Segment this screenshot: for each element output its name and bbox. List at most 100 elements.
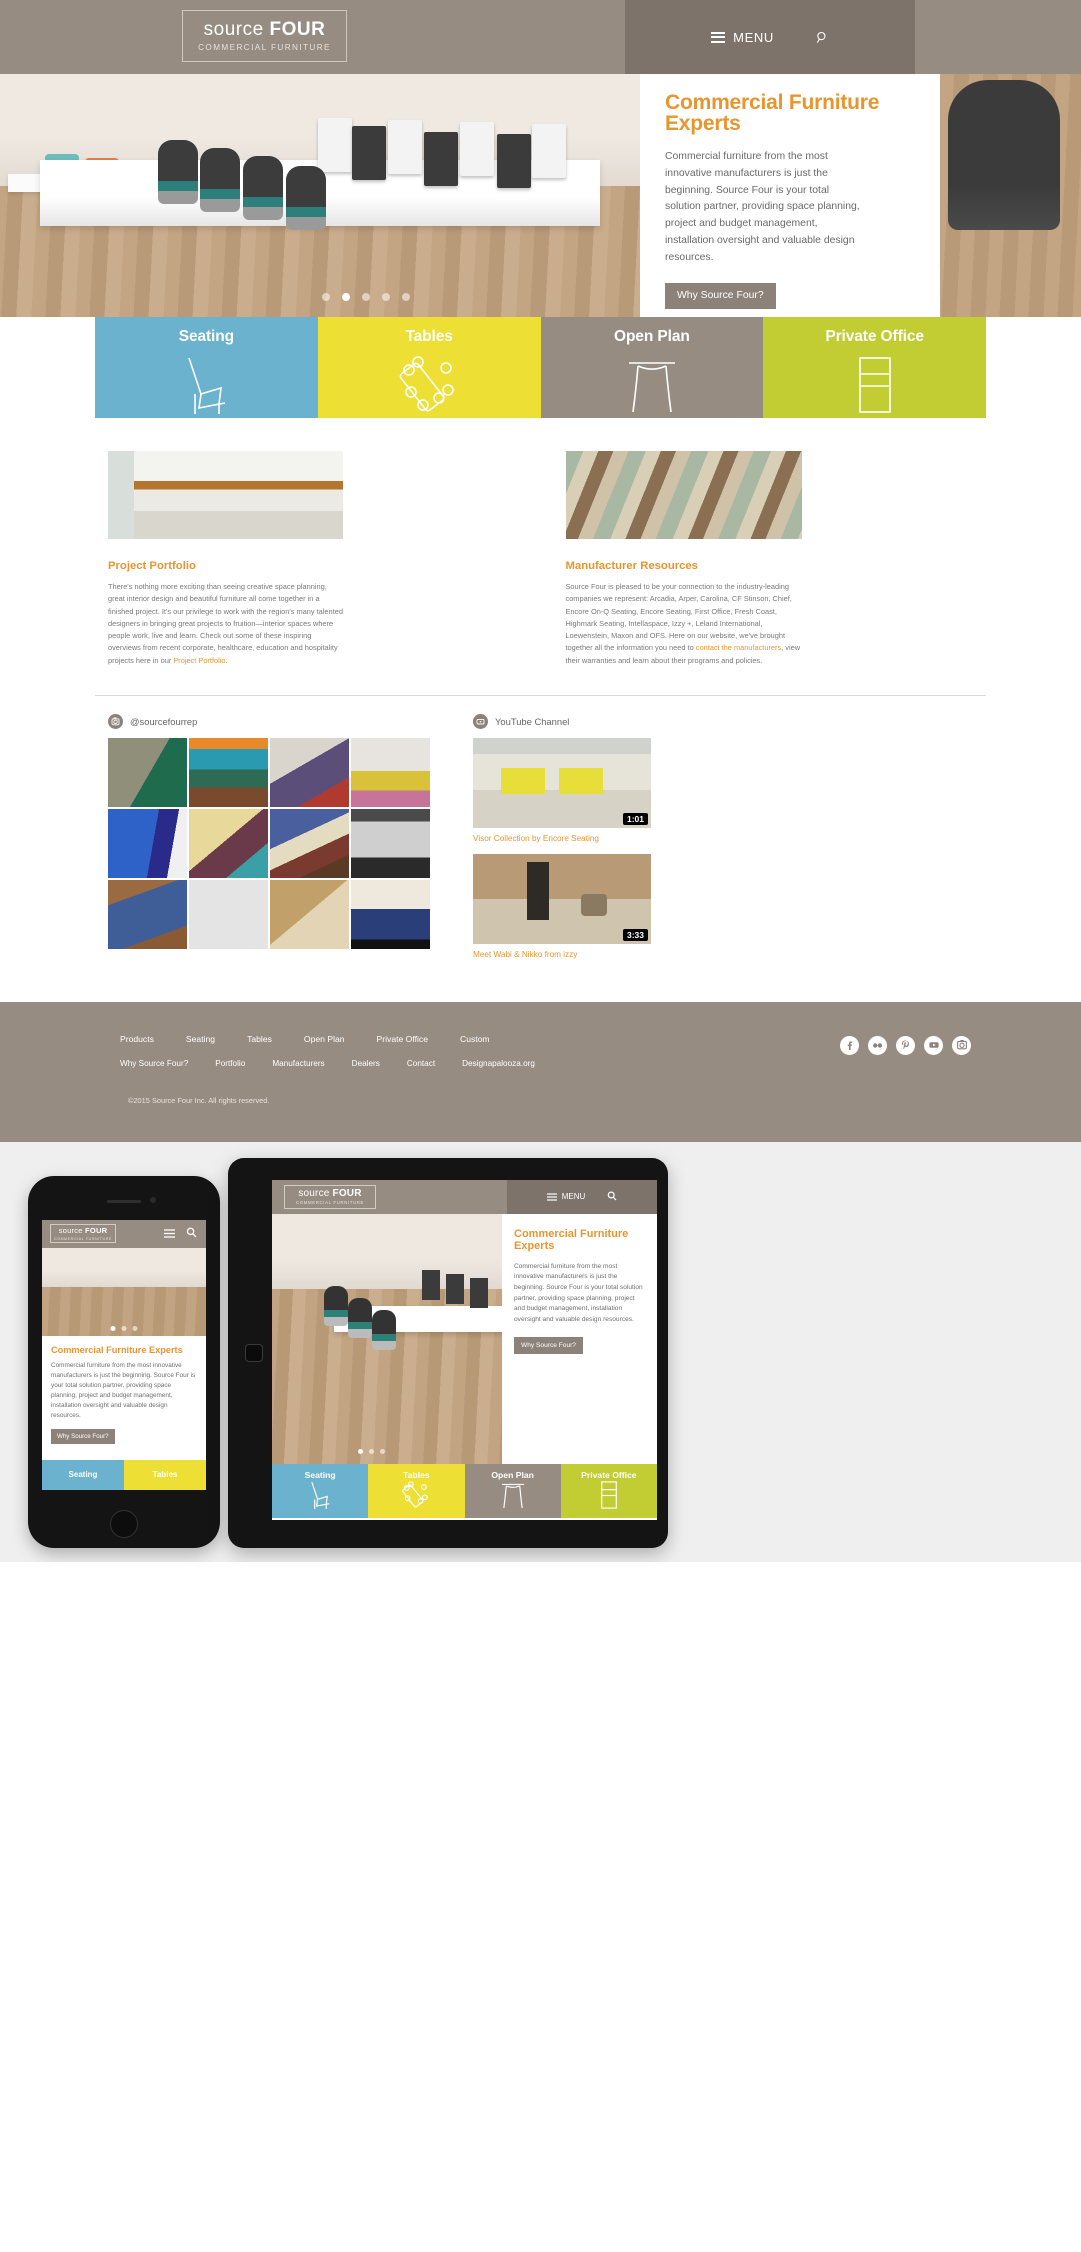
footer-link-custom[interactable]: Custom [460,1034,490,1044]
promo-body-tail: . [225,655,228,665]
logo-word-light: source [298,1187,330,1199]
flickr-icon[interactable] [868,1035,887,1055]
footer-link-tables[interactable]: Tables [247,1034,272,1044]
category-label: Private Office [825,328,924,345]
tablet-why-source-four-button[interactable]: Why Source Four? [514,1336,583,1354]
youtube-thumbnail[interactable]: 1:01 [473,737,651,828]
phone-why-source-four-button[interactable]: Why Source Four? [51,1429,115,1445]
tablet-category-seating[interactable]: Seating [272,1463,369,1518]
cabinet-icon [858,357,891,413]
search-icon[interactable] [186,1225,197,1243]
instagram-icon[interactable] [952,1035,971,1055]
page-root: source FOUR COMMERCIAL FURNITURE MENU Co… [0,0,1081,1562]
instagram-tile[interactable] [351,879,430,949]
category-tile-open-plan[interactable]: Open Plan [540,317,764,418]
footer-link-dealers[interactable]: Dealers [352,1059,380,1068]
footer-link-private-office[interactable]: Private Office [377,1034,428,1044]
search-icon[interactable] [607,1188,617,1206]
instagram-tile[interactable] [108,737,187,807]
site-logo[interactable]: source FOUR COMMERCIAL FURNITURE [284,1184,376,1209]
carousel-dot-active[interactable] [110,1325,116,1331]
instagram-tile[interactable] [189,808,268,878]
menu-button[interactable]: MENU [711,30,774,45]
instagram-column: @sourcefourrep [108,713,433,970]
phone-category-tables[interactable]: Tabies [124,1459,206,1490]
monitor [424,132,458,186]
tablet-category-tables[interactable]: Tables [368,1463,465,1518]
phone-hero-title: Commercial Furniture Experts [51,1344,183,1355]
carousel-dots[interactable] [322,293,410,301]
instagram-tile[interactable] [351,737,430,807]
footer-link-seating[interactable]: Seating [186,1034,215,1044]
instagram-tile[interactable] [108,879,187,949]
site-logo[interactable]: source FOUR COMMERCIAL FURNITURE [50,1224,116,1244]
office-chair [286,166,326,230]
video-duration: 3:33 [622,928,648,941]
hamburger-icon[interactable] [164,1225,175,1243]
carousel-dot[interactable] [382,293,390,301]
phone-category-tiles: Seating Tabies [42,1459,206,1490]
instagram-tile[interactable] [189,879,268,949]
instagram-tile[interactable] [351,808,430,878]
footer-link-why-source-four[interactable]: Why Source Four? [120,1059,188,1068]
carousel-dot[interactable] [322,293,330,301]
carousel-dot[interactable] [121,1325,127,1331]
phone-home-button[interactable] [110,1509,138,1538]
instagram-tile[interactable] [270,737,349,807]
pinterest-icon[interactable] [896,1035,915,1055]
instagram-tile[interactable] [270,879,349,949]
instagram-tile[interactable] [108,808,187,878]
instagram-tile[interactable] [270,808,349,878]
carousel-dot[interactable] [369,1448,374,1454]
logo-wordmark: source FOUR [204,20,326,39]
video-caption[interactable]: Meet Wabi & Nikko from izzy [473,950,673,959]
phone-hero-copy: Commercial Furniture Experts Commercial … [42,1336,206,1445]
phone-carousel-dots[interactable] [110,1325,138,1331]
carousel-dot-active[interactable] [358,1448,363,1454]
footer-link-contact[interactable]: Contact [407,1059,435,1068]
promo-image[interactable] [108,451,343,539]
hero-carousel: Commercial Furniture Experts Commercial … [0,74,1081,317]
footer-link-manufacturers[interactable]: Manufacturers [272,1059,324,1068]
promo-link[interactable]: contact the manufacturers [696,643,781,652]
tablet-hero-body: Commercial furniture from the most innov… [514,1262,643,1323]
why-source-four-button[interactable]: Why Source Four? [665,282,776,309]
phone-category-seating[interactable]: Seating [42,1459,124,1490]
carousel-dot[interactable] [380,1448,385,1454]
promo-link[interactable]: Project Portfolio [173,656,225,665]
site-logo[interactable]: source FOUR COMMERCIAL FURNITURE [182,10,347,62]
logo-word-bold: FOUR [329,1187,362,1199]
instagram-tile[interactable] [189,737,268,807]
footer-link-open-plan[interactable]: Open Plan [304,1034,345,1044]
footer-link-products[interactable]: Products [120,1034,154,1044]
instagram-header[interactable]: @sourcefourrep [108,713,433,729]
video-caption[interactable]: Visor Collection by Encore Seating [473,834,673,843]
carousel-dot[interactable] [402,293,410,301]
carousel-dot[interactable] [362,293,370,301]
promo-image[interactable] [565,451,802,539]
carousel-dot[interactable] [132,1325,138,1331]
facebook-icon[interactable] [840,1035,859,1055]
category-label: Seating [178,328,235,345]
tablet-menu-button[interactable]: MENU [546,1192,585,1201]
tablet-category-private-office[interactable]: Private Office [560,1463,657,1518]
footer-link-designapalooza[interactable]: Designapalooza.org [462,1059,535,1068]
category-tile-tables[interactable]: Tables [317,317,541,418]
category-tile-private-office[interactable]: Private Office [763,317,986,418]
youtube-thumbnail[interactable]: 3:33 [473,853,651,944]
promo-body: Source Four is pleased to be your connec… [566,581,802,667]
tablet-category-open-plan[interactable]: Open Plan [464,1463,561,1518]
site-header: source FOUR COMMERCIAL FURNITURE MENU [0,0,1081,74]
carousel-dot-active[interactable] [342,293,350,301]
youtube-header[interactable]: YouTube Channel [473,713,673,729]
youtube-icon[interactable] [924,1035,943,1055]
youtube-icon [473,713,488,729]
tablet-carousel-dots[interactable] [358,1448,385,1454]
logo-word-light: source [58,1226,83,1236]
search-icon[interactable] [816,31,829,44]
tablet-home-button[interactable] [245,1343,263,1362]
tablet-hero-panel: Commercial Furniture Experts Commercial … [502,1213,657,1464]
tablet-screen: source FOUR COMMERCIAL FURNITURE MENU Co… [272,1179,657,1520]
category-tile-seating[interactable]: Seating [95,317,318,418]
footer-link-portfolio[interactable]: Portfolio [215,1059,245,1068]
